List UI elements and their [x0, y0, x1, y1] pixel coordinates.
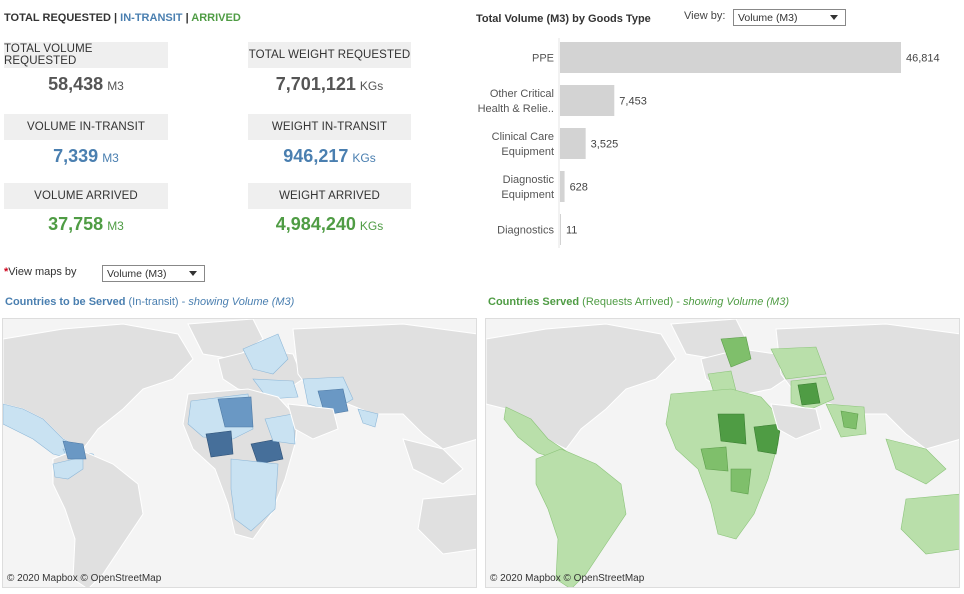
header-separator-2: | — [185, 12, 189, 24]
total-weight-unit: KGs — [359, 79, 384, 93]
transit-map-title-rest: (In-transit) - — [125, 296, 189, 308]
weight-arrived-unit: KGs — [359, 219, 384, 233]
maps-by-select[interactable]: Volume (M3) — [102, 265, 205, 282]
chart-title: Total Volume (M3) by Goods Type — [476, 13, 651, 25]
value-label-2: 3,525 — [591, 139, 619, 151]
transit-map-attribution: © 2020 Mapbox © OpenStreetMap — [7, 573, 162, 584]
goods-type-bar-chart: PPE 46,814 Other Critical Health & Relie.. 7… — [478, 38, 940, 248]
arrived-map-title-rest: (Requests Arrived) - — [579, 296, 684, 308]
maps-by-control-label: *View maps by — [4, 266, 77, 278]
header-total-requested: TOTAL REQUESTED — [4, 12, 111, 24]
total-volume-number: 58,438 — [48, 74, 104, 94]
transit-map-title: Countries to be Served (In-transit) - sh… — [5, 296, 294, 308]
chevron-down-icon — [830, 15, 838, 20]
bar-1[interactable] — [560, 85, 615, 116]
header-arrived: ARRIVED — [191, 12, 241, 24]
volume-arrived-label: VOLUME ARRIVED — [4, 183, 168, 209]
category-label-0-0: PPE — [532, 53, 554, 65]
bar-0[interactable] — [560, 42, 901, 73]
arrived-map-title-italic: showing Volume (M3) — [683, 296, 789, 308]
weight-transit-value: 946,217 KGs — [248, 146, 411, 167]
header-separator-1: | — [114, 12, 118, 24]
total-volume-label: TOTAL VOLUME REQUESTED — [4, 42, 168, 68]
category-label-2-0: Clinical Care — [492, 131, 554, 143]
category-label-4-0: Diagnostics — [497, 225, 554, 237]
total-volume-unit: M3 — [107, 79, 124, 93]
value-label-3: 628 — [570, 182, 588, 194]
transit-map[interactable]: © 2020 Mapbox © OpenStreetMap — [2, 318, 477, 588]
volume-transit-number: 7,339 — [53, 146, 99, 166]
transit-map-canvas — [3, 319, 476, 587]
weight-arrived-number: 4,984,240 — [275, 214, 356, 234]
bar-2[interactable] — [560, 128, 586, 159]
transit-map-title-italic: showing Volume (M3) — [188, 296, 295, 308]
volume-arrived-unit: M3 — [107, 219, 124, 233]
transit-map-title-bold: Countries to be Served — [5, 296, 126, 308]
bar-3[interactable] — [560, 171, 565, 202]
total-volume-value: 58,438 M3 — [4, 74, 168, 95]
value-label-4: 11 — [566, 225, 577, 237]
category-label-3-0: Diagnostic — [503, 174, 555, 186]
value-label-0: 46,814 — [906, 53, 940, 65]
bar-4[interactable] — [560, 214, 561, 245]
view-by-label: View by: — [684, 10, 726, 22]
maps-by-select-value: Volume (M3) — [107, 267, 167, 280]
total-weight-value: 7,701,121 KGs — [248, 74, 411, 95]
total-weight-label: TOTAL WEIGHT REQUESTED — [248, 42, 411, 68]
arrived-map-title: Countries Served (Requests Arrived) - sh… — [488, 296, 789, 308]
arrived-map[interactable]: © 2020 Mapbox © OpenStreetMap — [485, 318, 960, 588]
view-by-select[interactable]: Volume (M3) — [733, 9, 846, 26]
weight-transit-unit: KGs — [352, 151, 376, 165]
category-label-1-0: Other Critical — [490, 88, 554, 100]
category-label-3-1: Equipment — [501, 189, 554, 201]
category-label-1-1: Health & Relie.. — [478, 103, 554, 115]
weight-transit-label: WEIGHT IN-TRANSIT — [248, 114, 411, 140]
total-weight-number: 7,701,121 — [275, 74, 356, 94]
weight-transit-number: 946,217 — [283, 146, 349, 166]
chevron-down-icon — [189, 271, 197, 276]
maps-by-label: View maps by — [8, 266, 77, 278]
weight-arrived-label: WEIGHT ARRIVED — [248, 183, 411, 209]
volume-arrived-number: 37,758 — [48, 214, 104, 234]
volume-transit-value: 7,339 M3 — [4, 146, 168, 167]
arrived-map-attribution: © 2020 Mapbox © OpenStreetMap — [490, 573, 645, 584]
arrived-map-canvas — [486, 319, 959, 587]
category-label-2-1: Equipment — [501, 146, 554, 158]
weight-arrived-value: 4,984,240 KGs — [248, 214, 411, 235]
view-by-select-value: Volume (M3) — [738, 11, 798, 24]
arrived-map-title-bold: Countries Served — [488, 296, 580, 308]
value-label-1: 7,453 — [619, 96, 647, 108]
volume-transit-unit: M3 — [102, 151, 119, 165]
header-in-transit: IN-TRANSIT — [120, 12, 183, 24]
dashboard-header: TOTAL REQUESTED | IN-TRANSIT | ARRIVED — [4, 12, 241, 24]
volume-arrived-value: 37,758 M3 — [4, 214, 168, 235]
volume-transit-label: VOLUME IN-TRANSIT — [4, 114, 168, 140]
